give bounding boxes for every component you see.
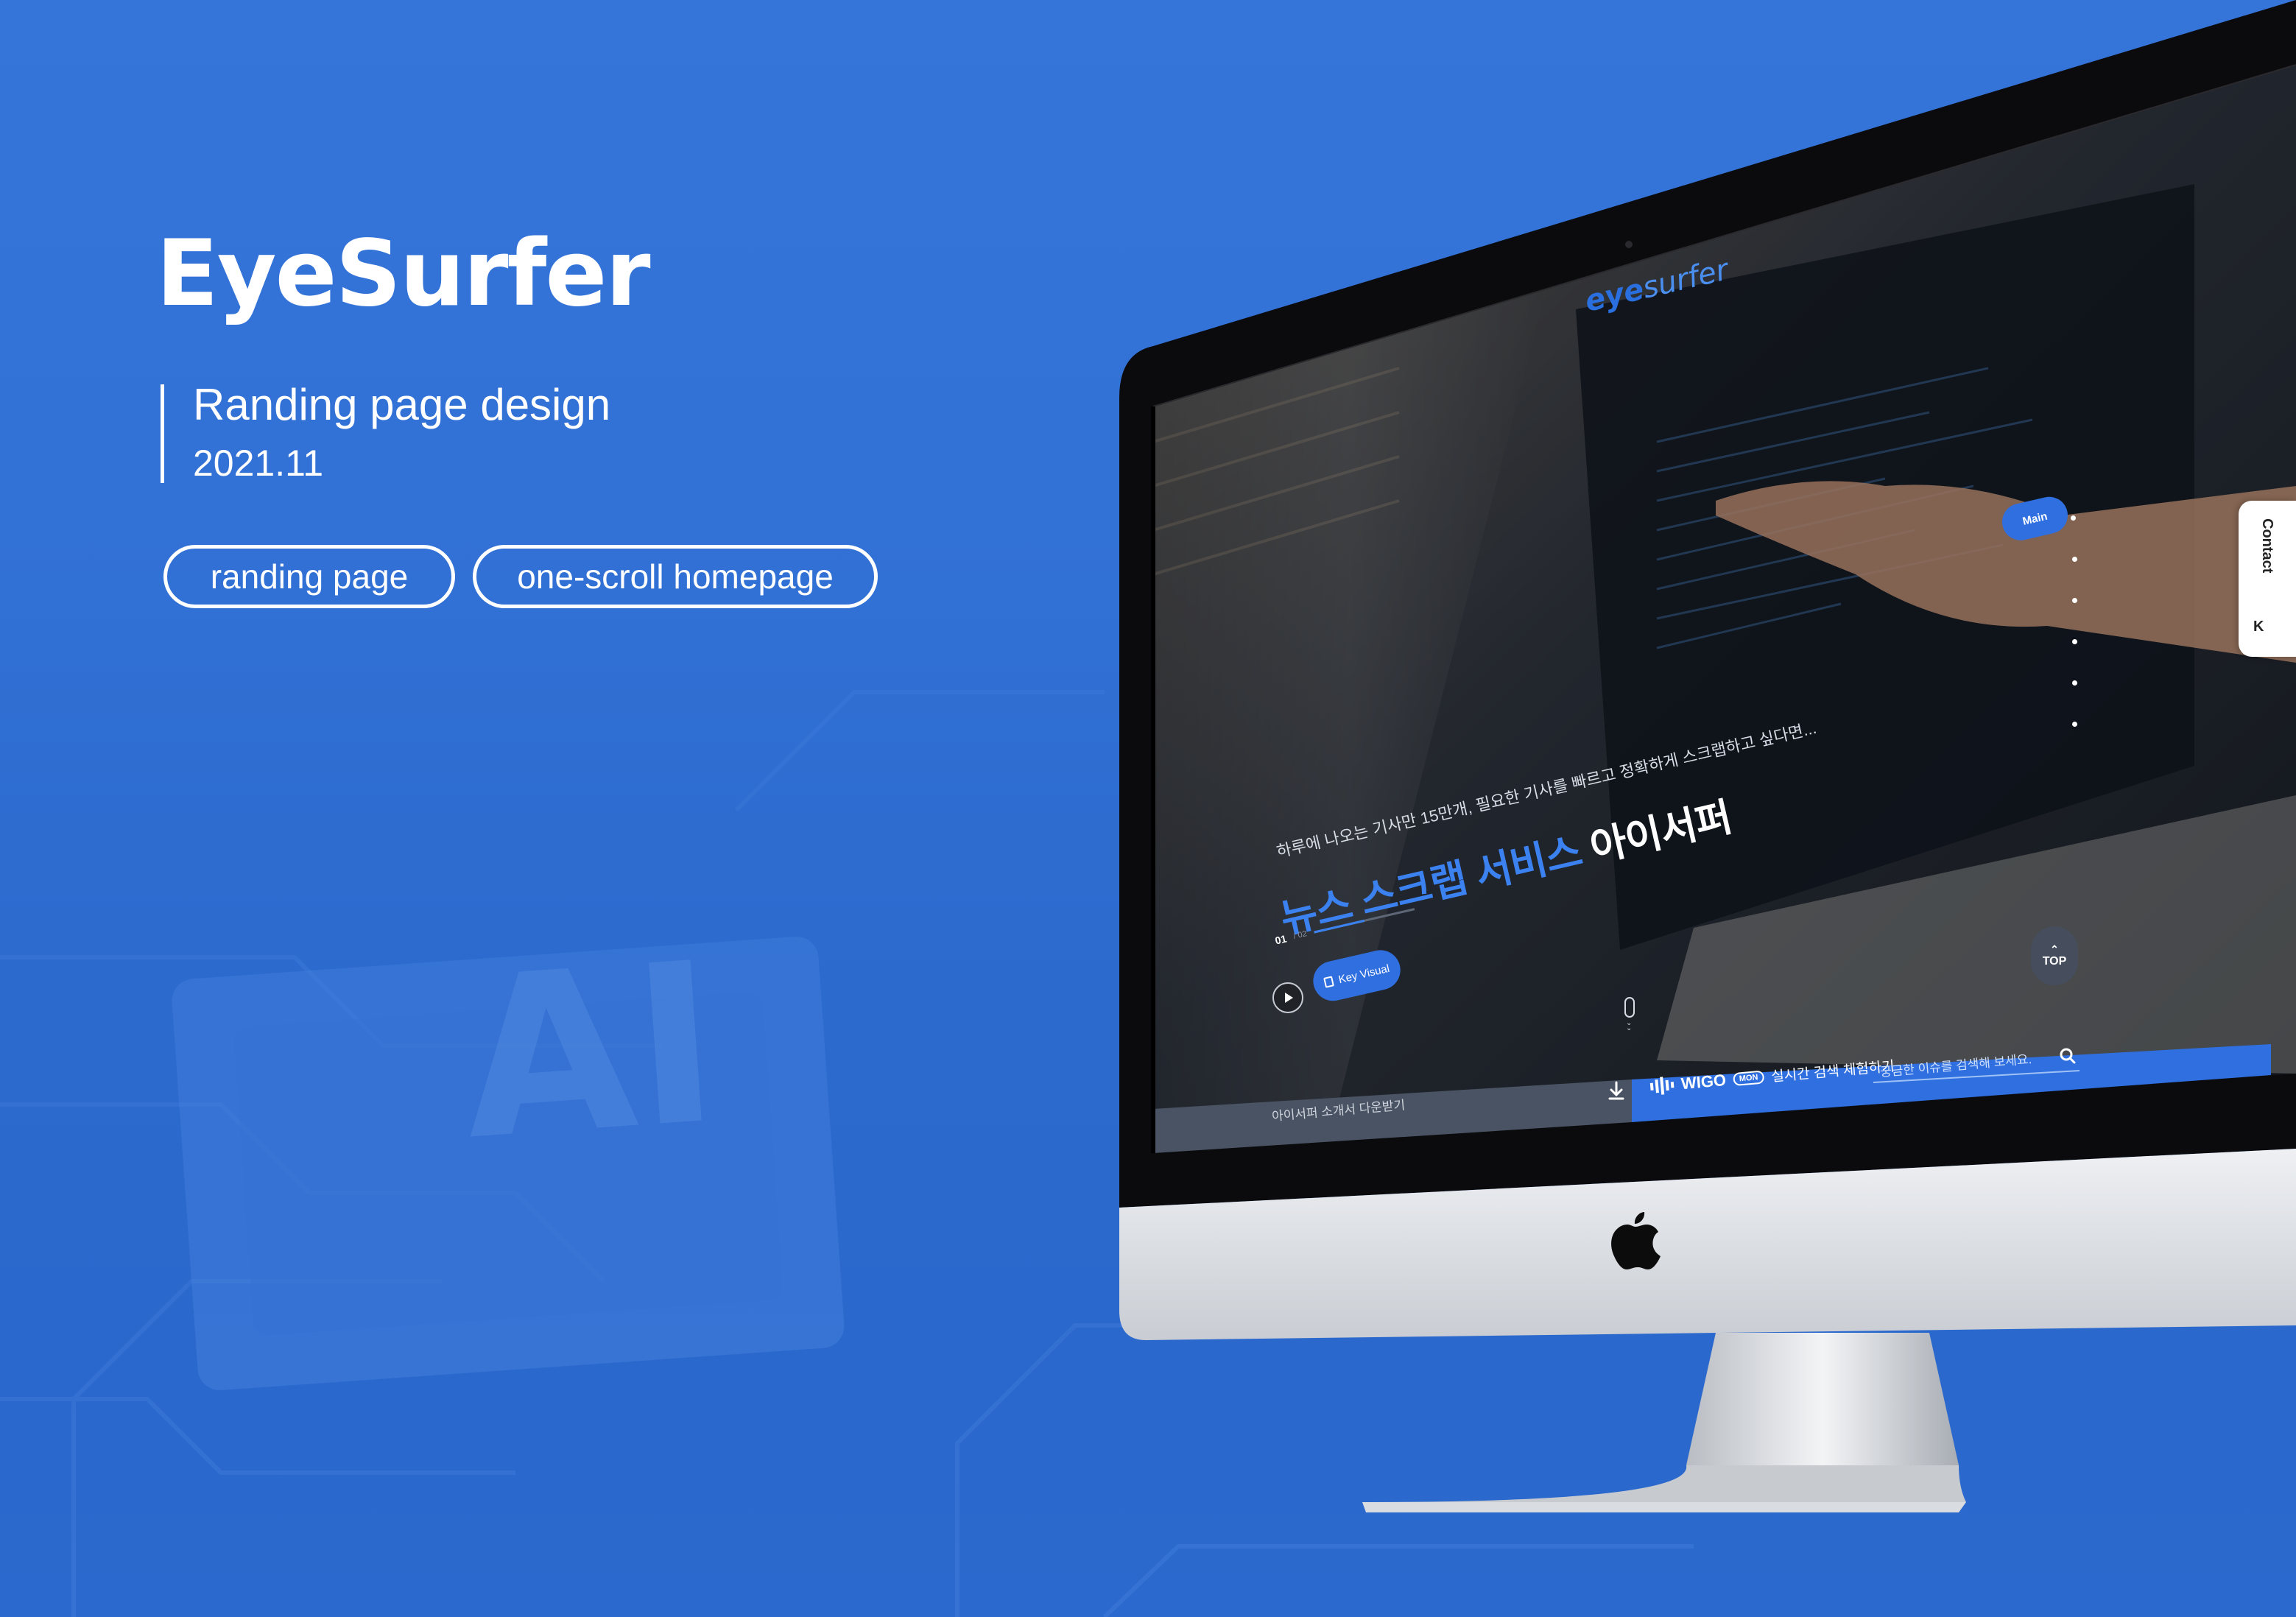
nav-dot[interactable] <box>2072 680 2077 686</box>
mouse-scroll-icon <box>1624 997 1635 1018</box>
nav-dot[interactable] <box>2072 557 2077 562</box>
nav-dot[interactable] <box>2072 639 2077 644</box>
slide-current: 01 <box>1274 932 1288 947</box>
imac-monitor <box>0 0 2296 1617</box>
monitor-stand <box>1686 1333 1959 1465</box>
monitor-drawing <box>1119 0 2296 1512</box>
nav-dot[interactable] <box>2072 598 2077 603</box>
contact-side-tab[interactable]: Contact K <box>2239 501 2296 657</box>
slide-total: / 02 <box>1292 929 1308 941</box>
key-visual-label: Key Visual <box>1337 962 1391 986</box>
chevron-up-icon: ⌃ <box>2050 943 2059 955</box>
nav-dot-active[interactable] <box>2071 515 2076 521</box>
search-icon[interactable] <box>2059 1047 2077 1065</box>
scroll-down-arrows-icon: ⌄ ⌄ <box>1626 1019 1633 1032</box>
contact-arrow-icon: K <box>2253 619 2264 635</box>
download-icon[interactable] <box>1607 1081 1626 1102</box>
top-button-label: TOP <box>2042 954 2067 968</box>
play-button[interactable] <box>1272 982 1303 1013</box>
apple-logo-icon <box>1611 1212 1661 1269</box>
scroll-top-button[interactable]: ⌃ TOP <box>2031 926 2078 985</box>
document-icon <box>1323 976 1334 988</box>
wigo-badge: MON <box>1733 1069 1765 1086</box>
contact-label: Contact <box>2259 518 2275 574</box>
wigo-wordmark: WIGO <box>1680 1070 1727 1093</box>
nav-dot[interactable] <box>2072 722 2077 727</box>
wigo-logo-icon <box>1649 1076 1675 1096</box>
play-icon <box>1285 993 1293 1003</box>
